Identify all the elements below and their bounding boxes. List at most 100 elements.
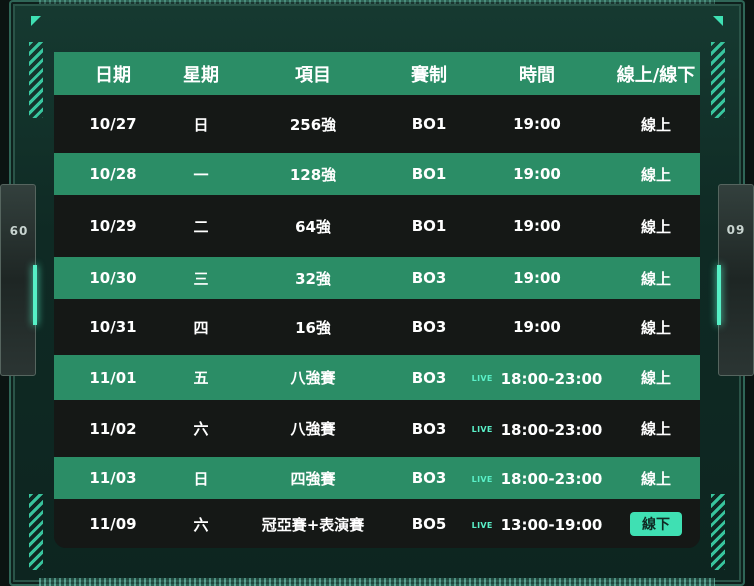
- format-cell: BO3: [411, 269, 447, 287]
- mode-cell: 線下: [612, 512, 700, 536]
- mode-cell: 線上: [612, 216, 700, 237]
- weekday-cell: 日: [193, 115, 209, 134]
- table-row: 10/29 二 64強 BO1 19:00 線上: [54, 195, 700, 257]
- frame-top-rail: [39, 0, 715, 4]
- format-cell: BO3: [411, 419, 447, 438]
- header-stage: 項目: [295, 64, 331, 86]
- table-row: 10/31 四 16強 BO3 19:00 線上: [54, 299, 700, 355]
- format-cell: BO5: [411, 515, 447, 533]
- mode-cell: 線上: [612, 114, 700, 135]
- weekday-cell: 四: [193, 318, 209, 337]
- date-cell: 10/29: [89, 217, 137, 235]
- date-cell: 11/03: [89, 469, 137, 487]
- format-cell: BO1: [411, 165, 447, 183]
- header-time: 時間: [519, 64, 555, 86]
- mode-text: 線上: [640, 217, 671, 236]
- header-date: 日期: [95, 64, 131, 86]
- header-weekday: 星期: [183, 64, 219, 86]
- offline-badge: 線下: [630, 512, 682, 536]
- side-badge-number: 09: [726, 223, 746, 237]
- date-cell: 11/01: [89, 368, 137, 387]
- header-mode: 線上/線下: [616, 64, 696, 86]
- mode-text: 線上: [640, 318, 671, 337]
- time-text: 18:00-23:00: [500, 470, 603, 489]
- time-cell: 19:00: [462, 115, 612, 133]
- weekday-cell: 一: [193, 165, 209, 184]
- format-cell: BO3: [411, 318, 447, 336]
- mode-text: 線上: [640, 420, 671, 438]
- left-side-ornament: 09: [0, 184, 37, 376]
- mode-cell: 線上: [612, 468, 700, 489]
- time-cell: 19:00: [462, 165, 612, 183]
- time-cell: LIVE 13:00-19:00: [462, 514, 612, 535]
- time-text: 19:00: [513, 269, 561, 287]
- date-cell: 10/27: [89, 115, 137, 133]
- side-badge-number: 09: [8, 223, 28, 237]
- table-body: 10/27 日 256強 BO1 19:00 線上 10/28 一 128強 BO1 19:00 線上…: [54, 95, 700, 548]
- weekday-cell: 日: [193, 469, 209, 488]
- mode-text: 線上: [640, 469, 671, 488]
- side-glow-bar: [717, 265, 721, 325]
- stage-cell: 四強賽: [290, 469, 336, 488]
- weekday-cell: 二: [193, 217, 209, 236]
- schedule-table: 日期 星期 項目 賽制 時間 線上/線下 10/27 日 256強 BO1 19:00 線…: [54, 52, 700, 548]
- decorative-stripes: [29, 42, 43, 118]
- time-text: 18:00-23:00: [500, 420, 603, 439]
- live-indicator: LIVE: [471, 520, 493, 530]
- stage-cell: 64強: [295, 217, 331, 236]
- time-cell: LIVE 18:00-23:00: [462, 418, 612, 439]
- table-row: 11/03 日 四強賽 BO3 LIVE 18:00-23:00 線上: [54, 457, 700, 499]
- mode-text: 線上: [640, 115, 671, 134]
- time-text: 19:00: [513, 318, 561, 336]
- date-cell: 10/28: [89, 165, 137, 183]
- stage-cell: 128強: [289, 165, 337, 184]
- mode-cell: 線上: [612, 317, 700, 338]
- mode-cell: 線上: [612, 164, 700, 185]
- stage-cell: 16強: [295, 318, 331, 337]
- table-row: 10/28 一 128強 BO1 19:00 線上: [54, 153, 700, 195]
- time-text: 19:00: [513, 115, 561, 133]
- decorative-stripes: [29, 494, 43, 570]
- time-cell: 19:00: [462, 318, 612, 336]
- date-cell: 10/30: [89, 269, 137, 287]
- corner-triangle-icon: [713, 16, 723, 26]
- side-glow-bar: [33, 265, 37, 325]
- mode-cell: 線上: [612, 418, 700, 439]
- table-row: 10/30 三 32強 BO3 19:00 線上: [54, 257, 700, 299]
- time-cell: 19:00: [462, 217, 612, 235]
- table-row: 11/09 六 冠亞賽+表演賽 BO5 LIVE 13:00-19:00 線下: [54, 499, 700, 548]
- time-cell: LIVE 18:00-23:00: [462, 468, 612, 489]
- format-cell: BO3: [411, 368, 447, 387]
- time-text: 13:00-19:00: [500, 516, 603, 535]
- live-indicator: LIVE: [471, 374, 493, 384]
- corner-triangle-icon: [31, 16, 41, 26]
- table-header: 日期 星期 項目 賽制 時間 線上/線下: [54, 52, 700, 95]
- time-cell: 19:00: [462, 269, 612, 287]
- table-row: 11/01 五 八強賽 BO3 LIVE 18:00-23:00 線上: [54, 355, 700, 400]
- weekday-cell: 六: [193, 420, 209, 438]
- table-row: 10/27 日 256強 BO1 19:00 線上: [54, 95, 700, 153]
- live-indicator: LIVE: [471, 425, 493, 435]
- live-indicator: LIVE: [471, 474, 493, 484]
- time-cell: LIVE 18:00-23:00: [462, 367, 612, 388]
- time-text: 19:00: [513, 165, 561, 183]
- mode-cell: 線上: [612, 268, 700, 289]
- format-cell: BO1: [411, 217, 447, 235]
- date-cell: 11/02: [89, 419, 137, 438]
- format-cell: BO3: [411, 469, 447, 487]
- weekday-cell: 三: [193, 269, 209, 288]
- stage-cell: 冠亞賽+表演賽: [261, 515, 365, 534]
- mode-text: 線上: [640, 269, 671, 288]
- decorative-stripes: [711, 494, 725, 570]
- mode-cell: 線上: [612, 367, 700, 388]
- mode-text: 線上: [640, 165, 671, 184]
- format-cell: BO1: [411, 115, 447, 133]
- stage-cell: 八強賽: [290, 420, 336, 438]
- stage-cell: 八強賽: [290, 369, 336, 387]
- weekday-cell: 六: [193, 515, 209, 534]
- mode-text: 線上: [640, 369, 671, 387]
- weekday-cell: 五: [193, 369, 209, 387]
- date-cell: 11/09: [89, 515, 137, 533]
- stage-cell: 256強: [289, 115, 337, 134]
- decorative-stripes: [711, 42, 725, 118]
